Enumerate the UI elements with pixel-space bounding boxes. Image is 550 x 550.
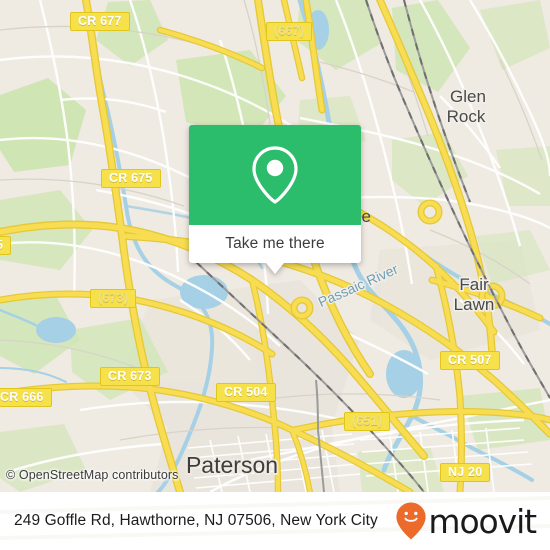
location-popup-card[interactable]: Take me there xyxy=(189,125,361,274)
take-me-there-button[interactable]: Take me there xyxy=(189,225,361,263)
osm-attribution[interactable]: © OpenStreetMap contributors xyxy=(6,468,179,482)
road-shield: CR 673 xyxy=(100,367,160,386)
moovit-pin-smiley-icon xyxy=(396,502,427,540)
popup-tail xyxy=(266,263,284,274)
svg-text:Rock: Rock xyxy=(447,107,486,126)
svg-text:Glen: Glen xyxy=(450,87,486,106)
road-shield: CR 677 xyxy=(70,12,130,31)
road-shield: (651) xyxy=(344,412,391,431)
road-shield: CR 504 xyxy=(216,383,276,402)
map-pin-icon xyxy=(252,146,298,204)
address-label: 249 Goffle Rd, Hawthorne, NJ 07506, New … xyxy=(14,512,378,529)
svg-text:Paterson: Paterson xyxy=(186,452,278,478)
road-shield: CR 675 xyxy=(101,169,161,188)
road-shield: NJ 20 xyxy=(440,463,491,482)
road-shield: (667) xyxy=(266,22,313,41)
road-shield: (673) xyxy=(90,289,137,308)
moovit-wordmark: moovit xyxy=(428,501,537,541)
svg-text:Fair: Fair xyxy=(459,275,489,294)
road-shield: CR 507 xyxy=(440,351,500,370)
footer-bar: 249 Goffle Rd, Hawthorne, NJ 07506, New … xyxy=(0,492,550,550)
moovit-logo[interactable]: moovit xyxy=(396,501,537,541)
svg-text:Lawn: Lawn xyxy=(454,295,495,314)
road-shield: 5 xyxy=(0,236,12,255)
map-screenshot: Glen Rock Fair Lawn Paterson ne Passaic … xyxy=(0,0,550,550)
road-shield: CR 666 xyxy=(0,388,52,407)
popup-pin-panel xyxy=(189,125,361,225)
